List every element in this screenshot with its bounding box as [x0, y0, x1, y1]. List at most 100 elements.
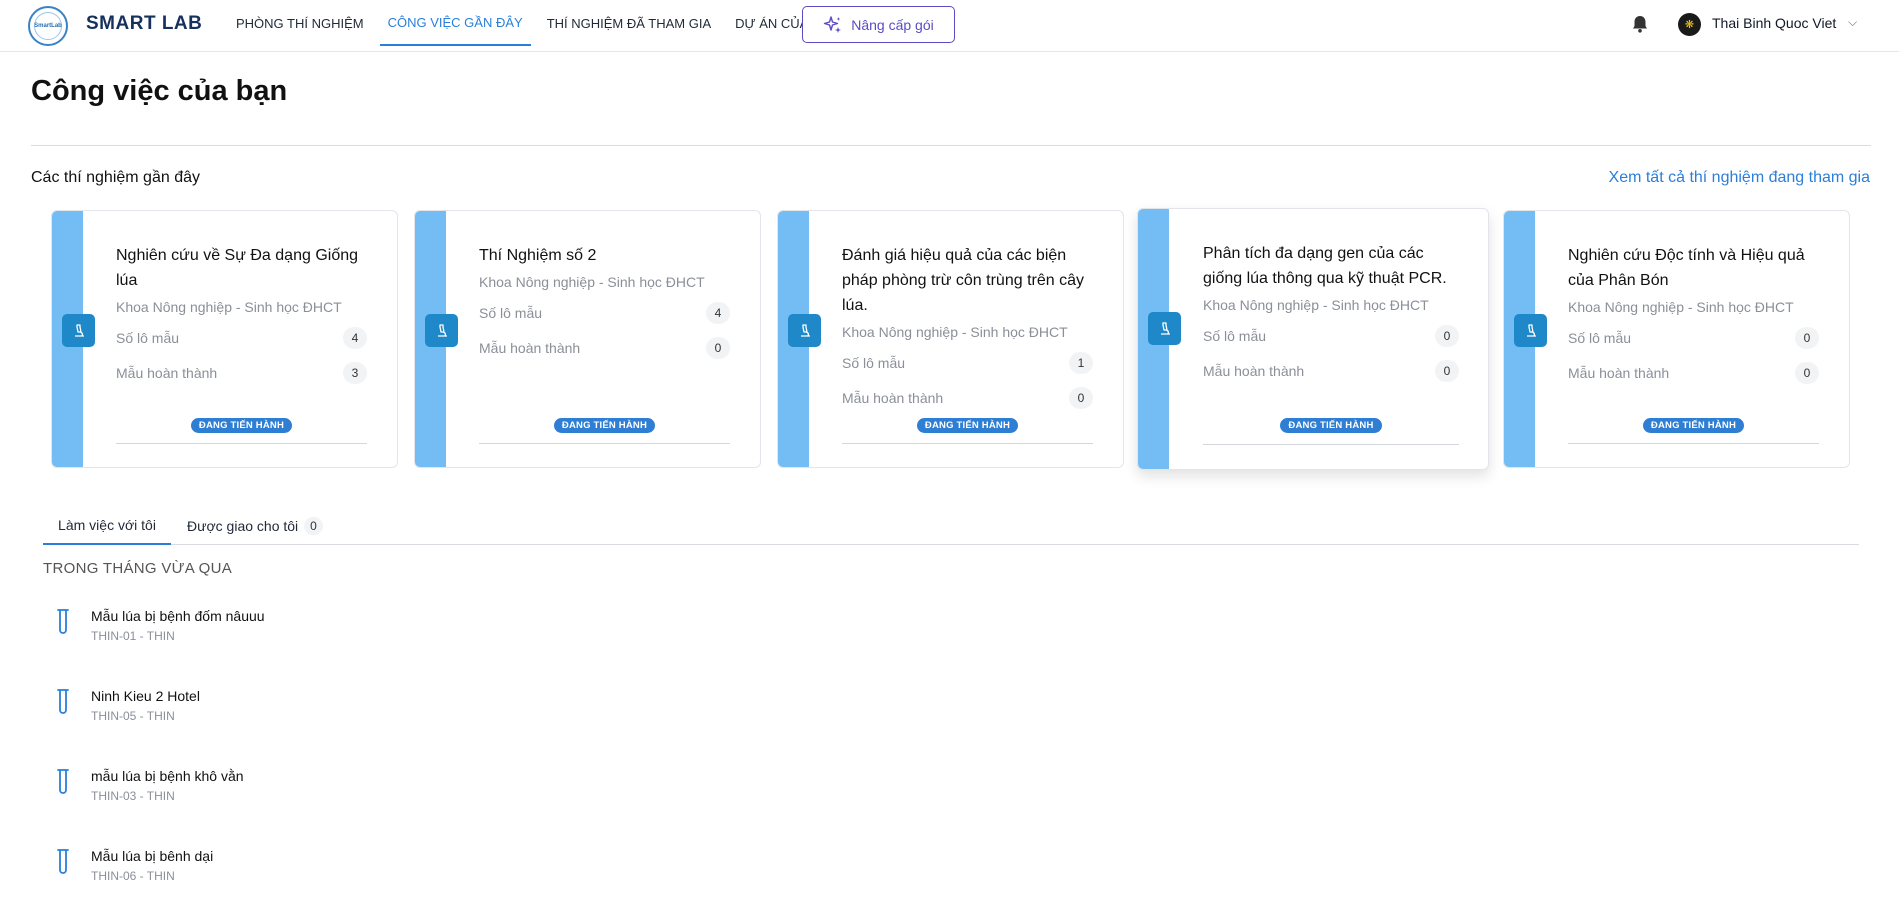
main-nav: PHÒNG THÍ NGHIỆM CÔNG VIỆC GẦN ĐÂY THÍ N…: [228, 0, 849, 52]
card-department: Khoa Nông nghiệp - Sinh học ĐHCT: [1568, 299, 1794, 315]
tab-assigned-to-me[interactable]: Được giao cho tôi 0: [187, 507, 323, 545]
microscope-icon: [62, 314, 95, 347]
card-status: ĐANG TIẾN HÀNH: [1203, 418, 1459, 433]
microscope-icon: [425, 314, 458, 347]
work-tabs: Làm việc với tôi Được giao cho tôi 0: [43, 507, 1859, 545]
samples-row: Số lô mẫu 0: [1568, 326, 1819, 350]
completed-row: Mẫu hoàn thành 0: [479, 336, 730, 360]
samples-count: 1: [1069, 352, 1093, 374]
top-navbar: SmartLab SMART LAB PHÒNG THÍ NGHIỆM CÔNG…: [0, 0, 1899, 52]
experiment-card[interactable]: Đánh giá hiệu quả của các biện pháp phòn…: [777, 210, 1124, 468]
card-status: ĐANG TIẾN HÀNH: [842, 418, 1093, 433]
status-badge: ĐANG TIẾN HÀNH: [553, 418, 656, 433]
samples-count: 4: [343, 327, 367, 349]
item-code: THIN-06 - THIN: [91, 869, 175, 883]
experiment-card[interactable]: Thí Nghiệm số 2 Khoa Nông nghiệp - Sinh …: [414, 210, 761, 468]
card-divider: [1568, 443, 1819, 444]
card-department: Khoa Nông nghiệp - Sinh học ĐHCT: [1203, 297, 1429, 313]
tab-count-badge: 0: [304, 517, 323, 535]
samples-label: Số lô mẫu: [479, 305, 543, 321]
completed-count: 0: [1069, 387, 1093, 409]
experiment-card[interactable]: Nghiên cứu về Sự Đa dạng Giống lúa Khoa …: [51, 210, 398, 468]
status-badge: ĐANG TIẾN HÀNH: [916, 418, 1019, 433]
item-code: THIN-03 - THIN: [91, 789, 175, 803]
completed-label: Mẫu hoàn thành: [116, 365, 218, 381]
notification-bell-icon[interactable]: [1629, 13, 1651, 35]
list-item[interactable]: Mẫu lúa bị bênh dại THIN-06 - THIN: [56, 848, 656, 892]
card-status: ĐANG TIẾN HÀNH: [116, 418, 367, 433]
completed-count: 0: [1795, 362, 1819, 384]
experiment-card[interactable]: Nghiên cứu Độc tính và Hiệu quả của Phân…: [1503, 210, 1850, 468]
card-body: Phân tích đa dạng gen của các giống lúa …: [1203, 241, 1459, 383]
item-title: Mẫu lúa bị bệnh đốm nâuuu: [91, 608, 265, 624]
view-all-experiments-link[interactable]: Xem tất cả thí nghiệm đang tham gia: [1609, 169, 1870, 187]
test-tube-icon: [57, 689, 69, 714]
samples-row: Số lô mẫu 4: [479, 301, 730, 325]
logo-text: SmartLab: [34, 23, 62, 29]
samples-count: 4: [706, 302, 730, 324]
card-status: ĐANG TIẾN HÀNH: [1568, 418, 1819, 433]
samples-label: Số lô mẫu: [842, 355, 906, 371]
tab-label: Được giao cho tôi: [187, 518, 299, 534]
samples-row: Số lô mẫu 0: [1203, 324, 1459, 348]
test-tube-icon: [57, 769, 69, 794]
card-department: Khoa Nông nghiệp - Sinh học ĐHCT: [842, 324, 1068, 340]
completed-label: Mẫu hoàn thành: [479, 340, 581, 356]
chevron-down-icon[interactable]: ⌵: [1848, 15, 1857, 30]
list-item[interactable]: Ninh Kieu 2 Hotel THIN-05 - THIN: [56, 688, 656, 732]
samples-count: 0: [1435, 325, 1459, 347]
sparkle-icon: [824, 15, 842, 33]
microscope-icon: [788, 314, 821, 347]
samples-label: Số lô mẫu: [116, 330, 180, 346]
tab-working-with-me[interactable]: Làm việc với tôi: [43, 507, 171, 545]
card-department: Khoa Nông nghiệp - Sinh học ĐHCT: [479, 274, 705, 290]
user-name[interactable]: Thai Binh Quoc Viet: [1712, 15, 1836, 31]
samples-label: Số lô mẫu: [1568, 330, 1632, 346]
card-body: Nghiên cứu về Sự Đa dạng Giống lúa Khoa …: [116, 243, 367, 385]
card-title: Thí Nghiệm số 2: [479, 247, 597, 264]
list-item[interactable]: mẫu lúa bị bệnh khô vằn THIN-03 - THIN: [56, 768, 656, 812]
item-title: mẫu lúa bị bệnh khô vằn: [91, 768, 244, 784]
test-tube-icon: [57, 849, 69, 874]
completed-count: 0: [706, 337, 730, 359]
list-item[interactable]: Mẫu lúa bị bệnh đốm nâuuu THIN-01 - THIN: [56, 608, 656, 652]
status-badge: ĐANG TIẾN HÀNH: [1280, 418, 1382, 433]
card-title: Nghiên cứu Độc tính và Hiệu quả của Phân…: [1568, 247, 1805, 289]
completed-label: Mẫu hoàn thành: [842, 390, 944, 406]
user-avatar[interactable]: ❋: [1678, 13, 1701, 36]
card-status: ĐANG TIẾN HÀNH: [479, 418, 730, 433]
card-body: Thí Nghiệm số 2 Khoa Nông nghiệp - Sinh …: [479, 243, 730, 360]
nav-recent-work[interactable]: CÔNG VIỆC GẦN ĐÂY: [379, 0, 531, 46]
card-divider: [479, 443, 730, 444]
samples-row: Số lô mẫu 4: [116, 326, 367, 350]
card-department: Khoa Nông nghiệp - Sinh học ĐHCT: [116, 299, 342, 315]
completed-row: Mẫu hoàn thành 0: [842, 386, 1093, 410]
completed-row: Mẫu hoàn thành 0: [1203, 359, 1459, 383]
card-body: Nghiên cứu Độc tính và Hiệu quả của Phân…: [1568, 243, 1819, 385]
period-heading: TRONG THÁNG VỪA QUA: [43, 560, 233, 577]
smartlab-logo[interactable]: SmartLab: [28, 6, 68, 46]
samples-label: Số lô mẫu: [1203, 328, 1267, 344]
samples-row: Số lô mẫu 1: [842, 351, 1093, 375]
brand-name[interactable]: SMART LAB: [86, 13, 202, 35]
completed-row: Mẫu hoàn thành 3: [116, 361, 367, 385]
card-title: Đánh giá hiệu quả của các biện pháp phòn…: [842, 247, 1084, 314]
nav-joined-experiments[interactable]: THÍ NGHIỆM ĐÃ THAM GIA: [539, 0, 719, 46]
upgrade-plan-button[interactable]: Nâng cấp gói: [802, 6, 955, 43]
nav-lab-rooms[interactable]: PHÒNG THÍ NGHIỆM: [228, 0, 372, 46]
divider: [31, 145, 1871, 146]
card-body: Đánh giá hiệu quả của các biện pháp phòn…: [842, 243, 1093, 410]
status-badge: ĐANG TIẾN HÀNH: [1642, 418, 1745, 433]
completed-count: 0: [1435, 360, 1459, 382]
item-code: THIN-05 - THIN: [91, 709, 175, 723]
microscope-icon: [1514, 314, 1547, 347]
card-divider: [116, 443, 367, 444]
microscope-icon: [1148, 312, 1181, 345]
logo-mark: SmartLab: [34, 12, 62, 40]
card-title: Nghiên cứu về Sự Đa dạng Giống lúa: [116, 247, 359, 289]
test-tube-icon: [57, 609, 69, 634]
item-title: Mẫu lúa bị bênh dại: [91, 848, 214, 864]
experiment-card[interactable]: Phân tích đa dạng gen của các giống lúa …: [1137, 208, 1489, 470]
card-divider: [842, 443, 1093, 444]
status-badge: ĐANG TIẾN HÀNH: [190, 418, 293, 433]
